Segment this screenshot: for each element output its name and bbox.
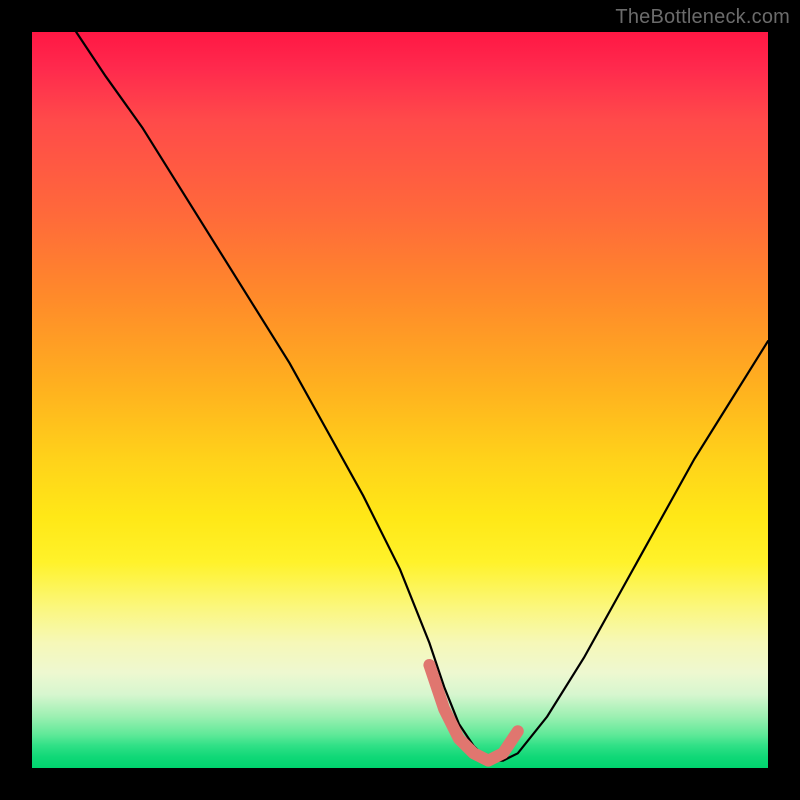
chart-frame: TheBottleneck.com [0,0,800,800]
chart-svg [32,32,768,768]
bottleneck-curve [76,32,768,761]
chart-plot-area [32,32,768,768]
watermark-text: TheBottleneck.com [615,6,790,29]
